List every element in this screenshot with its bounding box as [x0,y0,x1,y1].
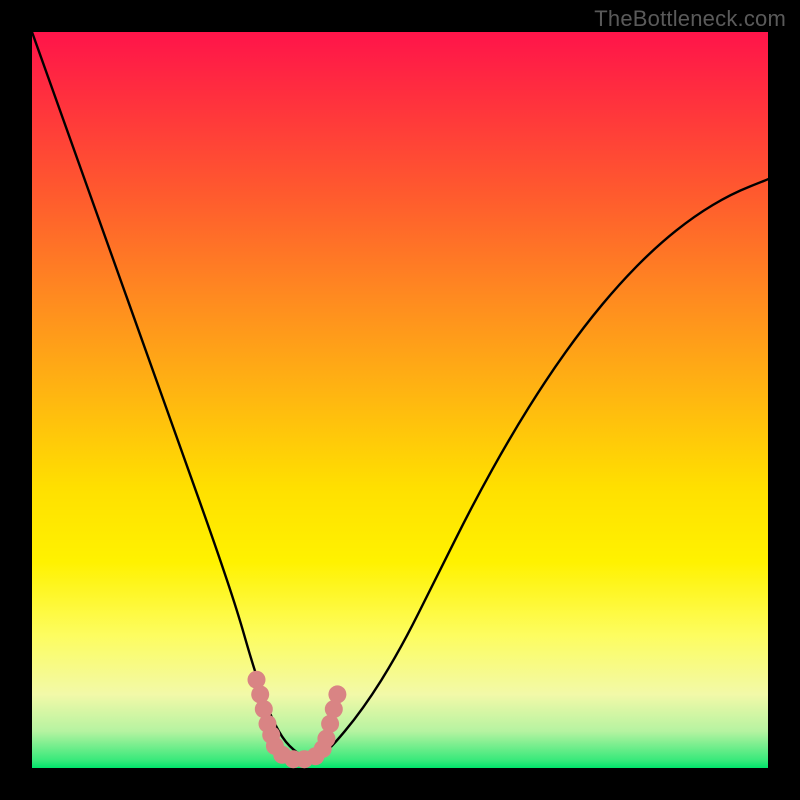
chart-plot-area [32,32,768,768]
chart-frame: TheBottleneck.com [0,0,800,800]
watermark-text: TheBottleneck.com [594,6,786,32]
